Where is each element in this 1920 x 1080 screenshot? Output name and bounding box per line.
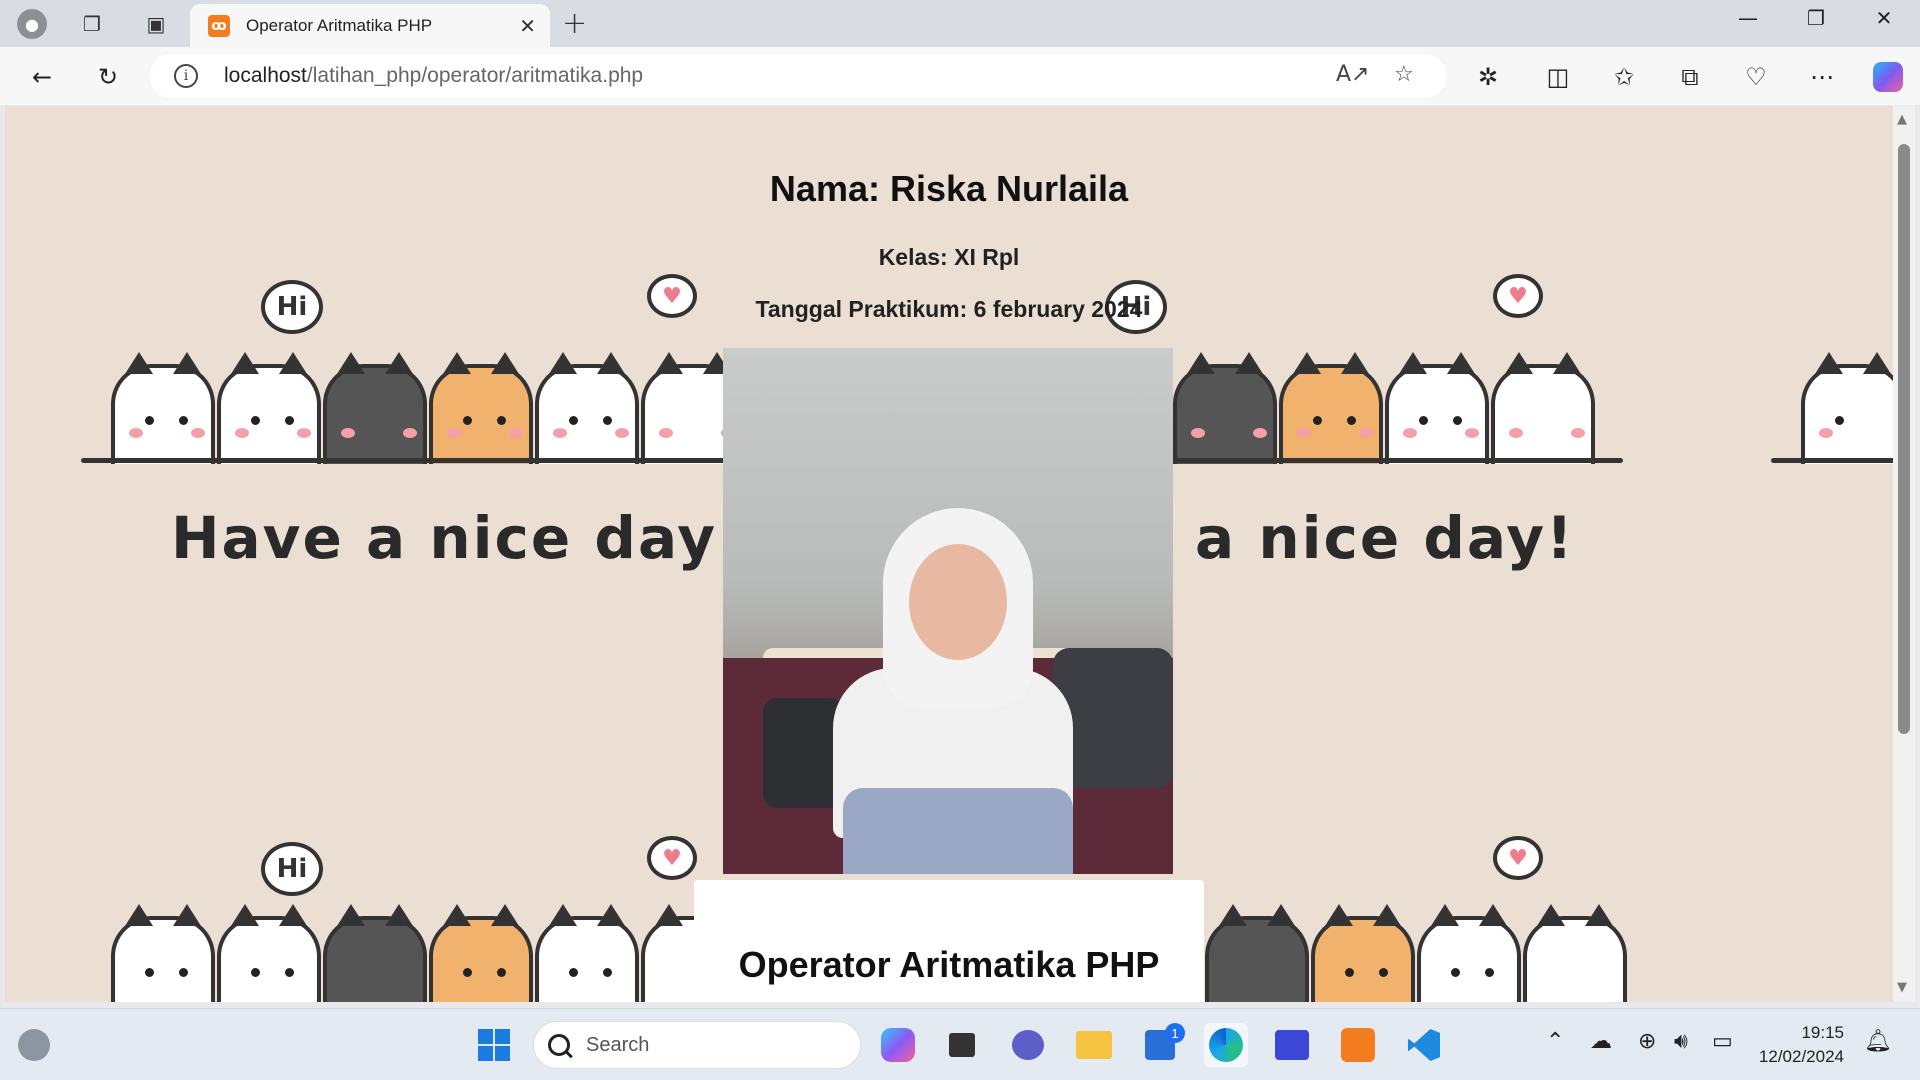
scroll-up-arrow-icon[interactable]: ▲ bbox=[1897, 112, 1907, 127]
onedrive-cloud-icon[interactable]: ☁ bbox=[1590, 1029, 1612, 1054]
content-card: Operator Aritmatika PHP bbox=[694, 880, 1204, 1002]
cat-illustration-icon bbox=[1173, 352, 1277, 464]
cat-illustration-icon bbox=[429, 352, 533, 464]
cat-illustration-icon bbox=[1205, 904, 1309, 1002]
card-title: Operator Aritmatika PHP bbox=[738, 944, 1160, 985]
clock-date: 12/02/2024 bbox=[1758, 1047, 1844, 1066]
cat-illustration-icon bbox=[217, 352, 321, 464]
cat-illustration-icon bbox=[111, 904, 215, 1002]
cat-illustration-icon bbox=[217, 904, 321, 1002]
more-options-icon[interactable]: ⋯ bbox=[1804, 59, 1840, 95]
notifications-bell-icon[interactable]: 🔔︎ bbox=[1864, 1029, 1892, 1054]
close-window-button[interactable]: ✕ bbox=[1864, 6, 1904, 30]
cat-row-right bbox=[1173, 352, 1597, 464]
back-button[interactable]: ← bbox=[24, 59, 60, 95]
windows-taskbar: Search 1 ⌃ ☁ ⊕ 🔊︎ ▭ 19:15 12/02/2024 🔔︎ bbox=[0, 1008, 1920, 1080]
url-path: /latihan_php/operator/aritmatika.php bbox=[306, 64, 644, 87]
cat-illustration-icon bbox=[111, 352, 215, 464]
cat-illustration-icon bbox=[323, 352, 427, 464]
volume-icon[interactable]: 🔊︎ bbox=[1674, 1029, 1688, 1054]
cat-illustration-icon bbox=[1417, 904, 1521, 1002]
copilot-preview-icon[interactable] bbox=[876, 1023, 920, 1067]
search-icon bbox=[548, 1034, 570, 1056]
cat-illustration-icon bbox=[1311, 904, 1415, 1002]
cat-illustration-icon bbox=[1801, 352, 1893, 464]
hi-speech-bubble-icon: Hi bbox=[261, 842, 323, 896]
class-line: Kelas: XI Rpl bbox=[878, 244, 1020, 270]
favorite-star-icon[interactable]: ☆ bbox=[1394, 62, 1414, 87]
search-placeholder: Search bbox=[586, 1033, 650, 1056]
clock-time: 19:15 bbox=[1801, 1023, 1844, 1042]
cat-row-bottom-left bbox=[111, 904, 747, 1002]
teams-chat-icon[interactable] bbox=[1006, 1023, 1050, 1067]
taskbar-search-input[interactable]: Search bbox=[533, 1021, 861, 1069]
cat-illustration-icon bbox=[323, 904, 427, 1002]
background-slogan-left: Have a nice day! bbox=[171, 504, 746, 572]
cat-illustration-icon bbox=[1385, 352, 1489, 464]
task-view-icon[interactable] bbox=[940, 1023, 984, 1067]
visual-studio-icon[interactable] bbox=[1270, 1023, 1314, 1067]
cat-illustration-icon bbox=[429, 904, 533, 1002]
browser-window: ● ❐ ▣ ꝏ Operator Aritmatika PHP ✕ + — ❐ … bbox=[0, 0, 1920, 1080]
minimize-button[interactable]: — bbox=[1728, 6, 1768, 30]
scroll-thumb[interactable] bbox=[1898, 144, 1910, 734]
scroll-down-arrow-icon[interactable]: ▼ bbox=[1897, 980, 1907, 995]
heart-bubble-icon: ♥ bbox=[1493, 836, 1543, 880]
title-bar: ● ❐ ▣ ꝏ Operator Aritmatika PHP ✕ + — ❐ … bbox=[0, 0, 1920, 47]
split-screen-icon[interactable]: ◫ bbox=[1540, 59, 1576, 95]
site-info-icon[interactable]: i bbox=[174, 64, 198, 88]
active-tab[interactable]: ꝏ Operator Aritmatika PHP ✕ bbox=[190, 4, 550, 47]
favorites-icon[interactable]: ✩ bbox=[1606, 59, 1642, 95]
tab-title: Operator Aritmatika PHP bbox=[246, 15, 433, 35]
student-photo bbox=[723, 348, 1173, 874]
restore-button[interactable]: ❐ bbox=[1796, 6, 1836, 30]
address-bar[interactable]: i localhost/latihan_php/operator/aritmat… bbox=[150, 54, 1446, 98]
heart-bubble-icon: ♥ bbox=[647, 836, 697, 880]
xampp-icon[interactable] bbox=[1336, 1023, 1380, 1067]
read-aloud-icon[interactable]: A↗ bbox=[1336, 62, 1369, 87]
vertical-tabs-icon[interactable]: ▣ bbox=[140, 8, 172, 40]
extensions-icon[interactable]: ✲ bbox=[1470, 59, 1506, 95]
cat-illustration-icon bbox=[1523, 904, 1627, 1002]
cat-illustration-icon bbox=[535, 904, 639, 1002]
widgets-icon[interactable] bbox=[12, 1023, 56, 1067]
background-slogan-right: a nice day! bbox=[1195, 504, 1575, 572]
network-globe-icon[interactable]: ⊕ bbox=[1638, 1029, 1656, 1054]
cat-row-left bbox=[111, 352, 747, 464]
page-scrollbar[interactable]: ▲ ▼ bbox=[1893, 106, 1915, 1002]
shelf-line bbox=[1173, 458, 1623, 463]
workspaces-icon[interactable]: ❐ bbox=[76, 8, 108, 40]
copilot-icon[interactable] bbox=[1870, 59, 1906, 95]
cat-row-edge bbox=[1801, 352, 1893, 464]
system-clock[interactable]: 19:15 12/02/2024 bbox=[1754, 1021, 1844, 1069]
profile-icon[interactable]: ● bbox=[16, 8, 48, 40]
new-tab-button[interactable]: + bbox=[562, 6, 587, 41]
practicum-date-line: Tanggal Praktikum: 6 february 2024 bbox=[755, 296, 1143, 322]
page-viewport: Hi ♥ Hi ♥ Have a nice day! a nice day! H… bbox=[5, 106, 1893, 1002]
url-host: localhost bbox=[224, 64, 307, 87]
file-explorer-icon[interactable] bbox=[1072, 1023, 1116, 1067]
xampp-favicon-icon: ꝏ bbox=[208, 14, 230, 37]
start-button-icon[interactable] bbox=[472, 1023, 516, 1067]
cat-row-bottom-right bbox=[1205, 904, 1629, 1002]
cat-illustration-icon bbox=[1279, 352, 1383, 464]
student-name-heading: Nama: Riska Nurlaila bbox=[769, 168, 1129, 209]
shelf-line bbox=[1771, 458, 1893, 463]
collections-icon[interactable]: ⧉ bbox=[1672, 59, 1708, 95]
edge-browser-icon[interactable] bbox=[1204, 1023, 1248, 1067]
url-text[interactable]: localhost/latihan_php/operator/aritmatik… bbox=[224, 64, 643, 88]
tab-close-icon[interactable]: ✕ bbox=[519, 14, 536, 38]
shelf-line bbox=[81, 458, 731, 463]
cat-illustration-icon bbox=[535, 352, 639, 464]
show-hidden-icons-chevron-icon[interactable]: ⌃ bbox=[1546, 1029, 1564, 1054]
cat-illustration-icon bbox=[1491, 352, 1595, 464]
vscode-icon[interactable] bbox=[1402, 1023, 1446, 1067]
navigation-bar: ← ↻ i localhost/latihan_php/operator/ari… bbox=[0, 47, 1920, 105]
browser-essentials-icon[interactable]: ♡ bbox=[1738, 59, 1774, 95]
store-notification-badge: 1 bbox=[1165, 1023, 1185, 1043]
refresh-button[interactable]: ↻ bbox=[90, 59, 126, 95]
battery-icon[interactable]: ▭ bbox=[1712, 1029, 1733, 1054]
